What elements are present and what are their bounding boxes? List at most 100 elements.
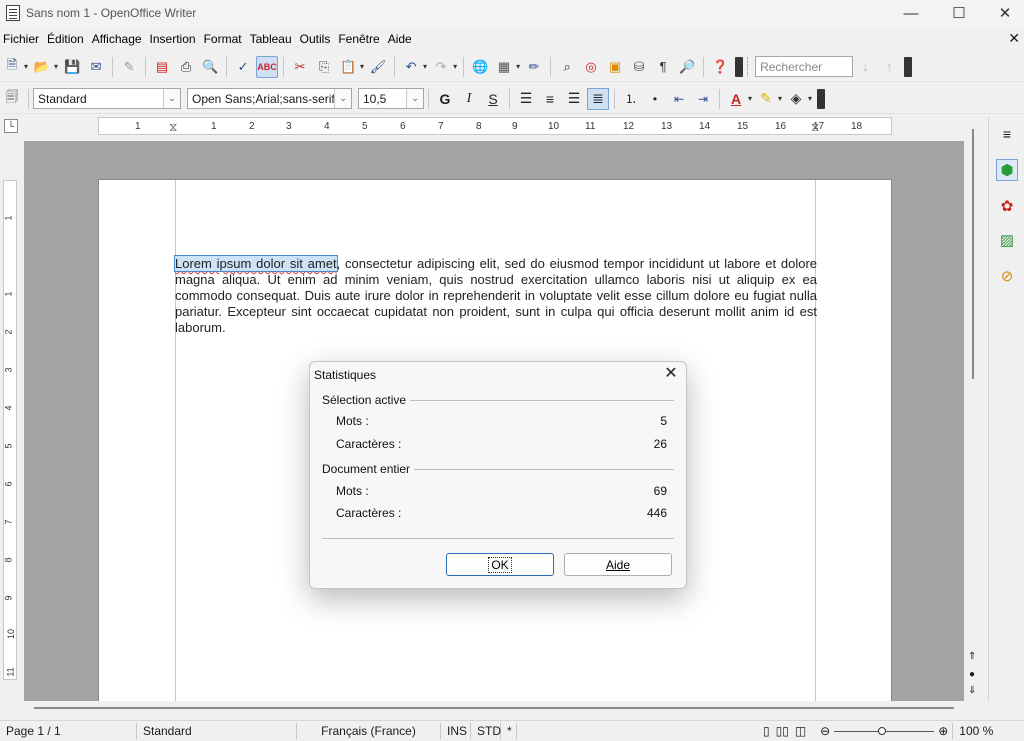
zoom-icon[interactable]: 🔎 <box>676 56 698 78</box>
zoom-out-icon[interactable]: ⊖ <box>820 724 830 738</box>
numbering-icon[interactable]: ⒈ <box>620 88 642 110</box>
find-next-icon[interactable]: ↓ <box>854 56 876 78</box>
tab-stop-selector[interactable]: └ <box>4 119 18 133</box>
save-icon[interactable]: 💾 <box>61 56 83 78</box>
styles-icon[interactable]: ✿ <box>996 195 1018 217</box>
close-document-icon[interactable]: ✕ <box>1008 30 1020 47</box>
styles-formatting-icon[interactable]: 🗐 <box>1 88 23 110</box>
scrollbar-thumb[interactable] <box>34 707 954 709</box>
zoom-in-icon[interactable]: ⊕ <box>938 724 948 738</box>
close-icon[interactable]: ✕ <box>662 364 680 382</box>
highlighting-icon[interactable]: ✎ <box>755 88 777 110</box>
navigator-sidebar-icon[interactable]: ⊘ <box>996 265 1018 287</box>
align-left-icon[interactable]: ☰ <box>515 88 537 110</box>
table-icon[interactable]: ▦ <box>493 56 515 78</box>
highlighting-dropdown-icon[interactable]: ▾ <box>778 94 782 103</box>
menu-tableau[interactable]: Tableau <box>247 32 297 46</box>
open-icon[interactable]: 📂 <box>31 56 53 78</box>
search-toolbar-overflow-icon[interactable] <box>904 56 913 77</box>
edit-file-icon[interactable]: ✎ <box>118 56 140 78</box>
menu-fichier[interactable]: Fichier <box>0 32 44 46</box>
spellcheck-icon[interactable]: ✓ <box>232 56 254 78</box>
clone-formatting-icon[interactable]: 🖌 <box>367 56 389 78</box>
table-dropdown-icon[interactable]: ▾ <box>516 62 520 71</box>
chevron-down-icon[interactable]: ⌄ <box>406 89 423 108</box>
insert-mode-indicator[interactable]: INS <box>441 723 471 739</box>
menu-affichage[interactable]: Affichage <box>89 32 147 46</box>
ok-button[interactable]: OK <box>446 553 554 576</box>
draw-functions-icon[interactable]: ✏ <box>523 56 545 78</box>
chevron-down-icon[interactable]: ⌄ <box>163 89 180 108</box>
undo-dropdown-icon[interactable]: ▾ <box>423 62 427 71</box>
font-name-select[interactable]: Open Sans;Arial;sans-serif ⌄ <box>187 88 352 109</box>
navigation-icon[interactable]: ● <box>969 669 975 680</box>
email-icon[interactable]: ✉ <box>85 56 107 78</box>
find-replace-icon[interactable]: ⌕ <box>556 56 578 78</box>
scrollbar-thumb[interactable] <box>972 129 974 379</box>
export-pdf-icon[interactable]: ▤ <box>151 56 173 78</box>
properties-icon[interactable]: ⬢ <box>996 159 1018 181</box>
zoom-level[interactable]: 100 % <box>952 723 999 739</box>
menu-aide[interactable]: Aide <box>385 32 417 46</box>
help-icon[interactable]: ❓ <box>709 56 731 78</box>
font-color-dropdown-icon[interactable]: ▾ <box>748 94 752 103</box>
close-window-button[interactable]: ✕ <box>982 0 1024 26</box>
toolbar-grip[interactable] <box>747 56 751 77</box>
redo-icon[interactable]: ↷ <box>430 56 452 78</box>
new-dropdown-icon[interactable]: ▾ <box>24 62 28 71</box>
language-indicator[interactable]: Français (France) <box>297 723 441 739</box>
background-dropdown-icon[interactable]: ▾ <box>808 94 812 103</box>
autospellcheck-icon[interactable]: ABC <box>256 55 279 78</box>
sidebar-menu-icon[interactable]: ≡ <box>996 123 1018 145</box>
help-button[interactable]: Aide <box>564 553 672 576</box>
menu-insertion[interactable]: Insertion <box>147 32 201 46</box>
multi-page-view-icon[interactable]: ▯▯ <box>776 724 789 738</box>
new-document-icon[interactable]: 🗎 <box>1 56 23 78</box>
font-size-select[interactable]: 10,5 ⌄ <box>358 88 424 109</box>
next-page-icon[interactable]: ⇓ <box>968 685 976 696</box>
chevron-down-icon[interactable]: ⌄ <box>334 89 351 108</box>
align-center-icon[interactable]: ≡ <box>539 88 561 110</box>
right-indent-marker-icon[interactable]: ⧖ <box>811 120 819 135</box>
font-color-icon[interactable]: A <box>725 88 747 110</box>
find-previous-icon[interactable]: ↑ <box>878 56 900 78</box>
increase-indent-icon[interactable]: ⇥ <box>692 88 714 110</box>
vertical-ruler[interactable]: 1 1 2 3 4 5 6 7 8 9 10 11 <box>3 180 17 680</box>
vertical-scrollbar[interactable]: ⇑ ● ⇓ <box>964 117 982 701</box>
left-indent-marker-icon[interactable]: ⧖ <box>169 120 177 135</box>
horizontal-scrollbar[interactable] <box>24 701 964 715</box>
minimize-button[interactable]: — <box>888 0 934 26</box>
open-dropdown-icon[interactable]: ▾ <box>54 62 58 71</box>
format-toolbar-overflow-icon[interactable] <box>817 88 826 109</box>
redo-dropdown-icon[interactable]: ▾ <box>453 62 457 71</box>
selected-text[interactable]: Lorem ipsum dolor sit amet <box>174 255 338 272</box>
paragraph-style-select[interactable]: Standard ⌄ <box>33 88 181 109</box>
bold-button[interactable]: G <box>434 88 456 110</box>
menu-format[interactable]: Format <box>201 32 247 46</box>
book-view-icon[interactable]: ◫ <box>795 724 806 738</box>
page-indicator[interactable]: Page 1 / 1 <box>0 723 137 739</box>
page-style-indicator[interactable]: Standard <box>137 723 297 739</box>
menu-edition[interactable]: Édition <box>44 32 89 46</box>
menu-outils[interactable]: Outils <box>297 32 336 46</box>
menu-fenetre[interactable]: Fenêtre <box>335 32 384 46</box>
selection-mode-indicator[interactable]: STD <box>471 723 501 739</box>
print-icon[interactable]: ⎙ <box>175 56 197 78</box>
previous-page-icon[interactable]: ⇑ <box>968 651 976 662</box>
decrease-indent-icon[interactable]: ⇤ <box>668 88 690 110</box>
horizontal-ruler[interactable]: 1 1 2 3 4 5 6 7 8 9 10 11 12 13 14 15 16… <box>98 117 892 135</box>
hyperlink-icon[interactable]: 🌐 <box>469 56 491 78</box>
zoom-slider[interactable] <box>834 726 935 735</box>
maximize-button[interactable]: ☐ <box>936 0 982 26</box>
search-input[interactable]: Rechercher <box>755 56 854 77</box>
undo-icon[interactable]: ↶ <box>400 56 422 78</box>
data-sources-icon[interactable]: ⛁ <box>628 56 650 78</box>
bullets-icon[interactable]: • <box>644 88 666 110</box>
document-paragraph[interactable]: Lorem ipsum dolor sit amet, consectetur … <box>174 255 817 336</box>
underline-button[interactable]: S <box>482 88 504 110</box>
toolbar-overflow-icon[interactable] <box>735 56 744 77</box>
paste-icon[interactable]: 📋 <box>337 56 359 78</box>
copy-icon[interactable]: ⎘ <box>313 56 335 78</box>
background-color-icon[interactable]: ◈ <box>785 88 807 110</box>
print-preview-icon[interactable]: 🔍 <box>199 56 221 78</box>
